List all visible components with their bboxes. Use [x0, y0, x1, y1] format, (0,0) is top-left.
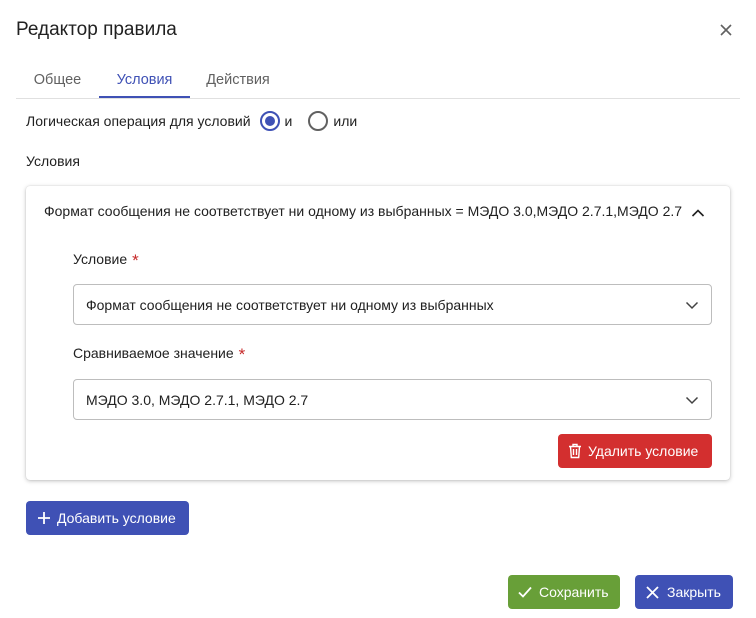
close-label: Закрыть — [667, 584, 721, 600]
condition-field-label: Условие * — [73, 251, 139, 270]
compare-value-select-value: МЭДО 3.0, МЭДО 2.7.1, МЭДО 2.7 — [86, 392, 309, 408]
delete-condition-label: Удалить условие — [588, 443, 699, 459]
required-mark: * — [238, 345, 246, 364]
required-mark: * — [132, 251, 139, 270]
tab-conditions[interactable]: Условия — [99, 64, 190, 98]
add-condition-label: Добавить условие — [57, 510, 176, 526]
active-tab-indicator — [99, 96, 190, 98]
add-condition-button[interactable]: Добавить условие — [26, 501, 189, 535]
logic-operation-row: Логическая операция для условий и или — [26, 110, 357, 132]
conditions-section-label: Условия — [26, 153, 80, 169]
radio-or-label[interactable]: или — [333, 113, 357, 129]
save-label: Сохранить — [539, 584, 609, 600]
compare-value-select[interactable]: МЭДО 3.0, МЭДО 2.7.1, МЭДО 2.7 — [73, 379, 712, 420]
radio-and-label[interactable]: и — [285, 113, 293, 129]
radio-or[interactable] — [308, 111, 329, 131]
close-icon[interactable] — [716, 20, 736, 40]
check-icon — [518, 586, 532, 598]
rule-editor-dialog: Редактор правила Общее Условия Действия … — [0, 0, 756, 618]
save-button[interactable]: Сохранить — [508, 575, 620, 609]
plus-icon — [38, 512, 50, 524]
tab-actions[interactable]: Действия — [190, 64, 286, 98]
tab-general[interactable]: Общее — [16, 64, 99, 98]
radio-and[interactable] — [259, 111, 280, 131]
tab-bar: Общее Условия Действия — [16, 64, 740, 99]
chevron-down-icon — [685, 301, 699, 310]
logic-operation-label: Логическая операция для условий — [26, 113, 251, 129]
delete-condition-button[interactable]: Удалить условие — [558, 434, 712, 468]
compare-value-field-label: Сравниваемое значение * — [73, 345, 246, 364]
close-icon — [646, 585, 659, 599]
chevron-down-icon — [685, 396, 699, 405]
condition-select[interactable]: Формат сообщения не соответствует ни одн… — [73, 284, 712, 325]
condition-select-value: Формат сообщения не соответствует ни одн… — [86, 297, 494, 313]
close-button[interactable]: Закрыть — [635, 575, 733, 609]
dialog-title: Редактор правила — [16, 19, 177, 40]
trash-icon — [569, 443, 581, 459]
chevron-up-icon[interactable] — [690, 205, 706, 221]
condition-summary[interactable]: Формат сообщения не соответствует ни одн… — [44, 203, 682, 219]
